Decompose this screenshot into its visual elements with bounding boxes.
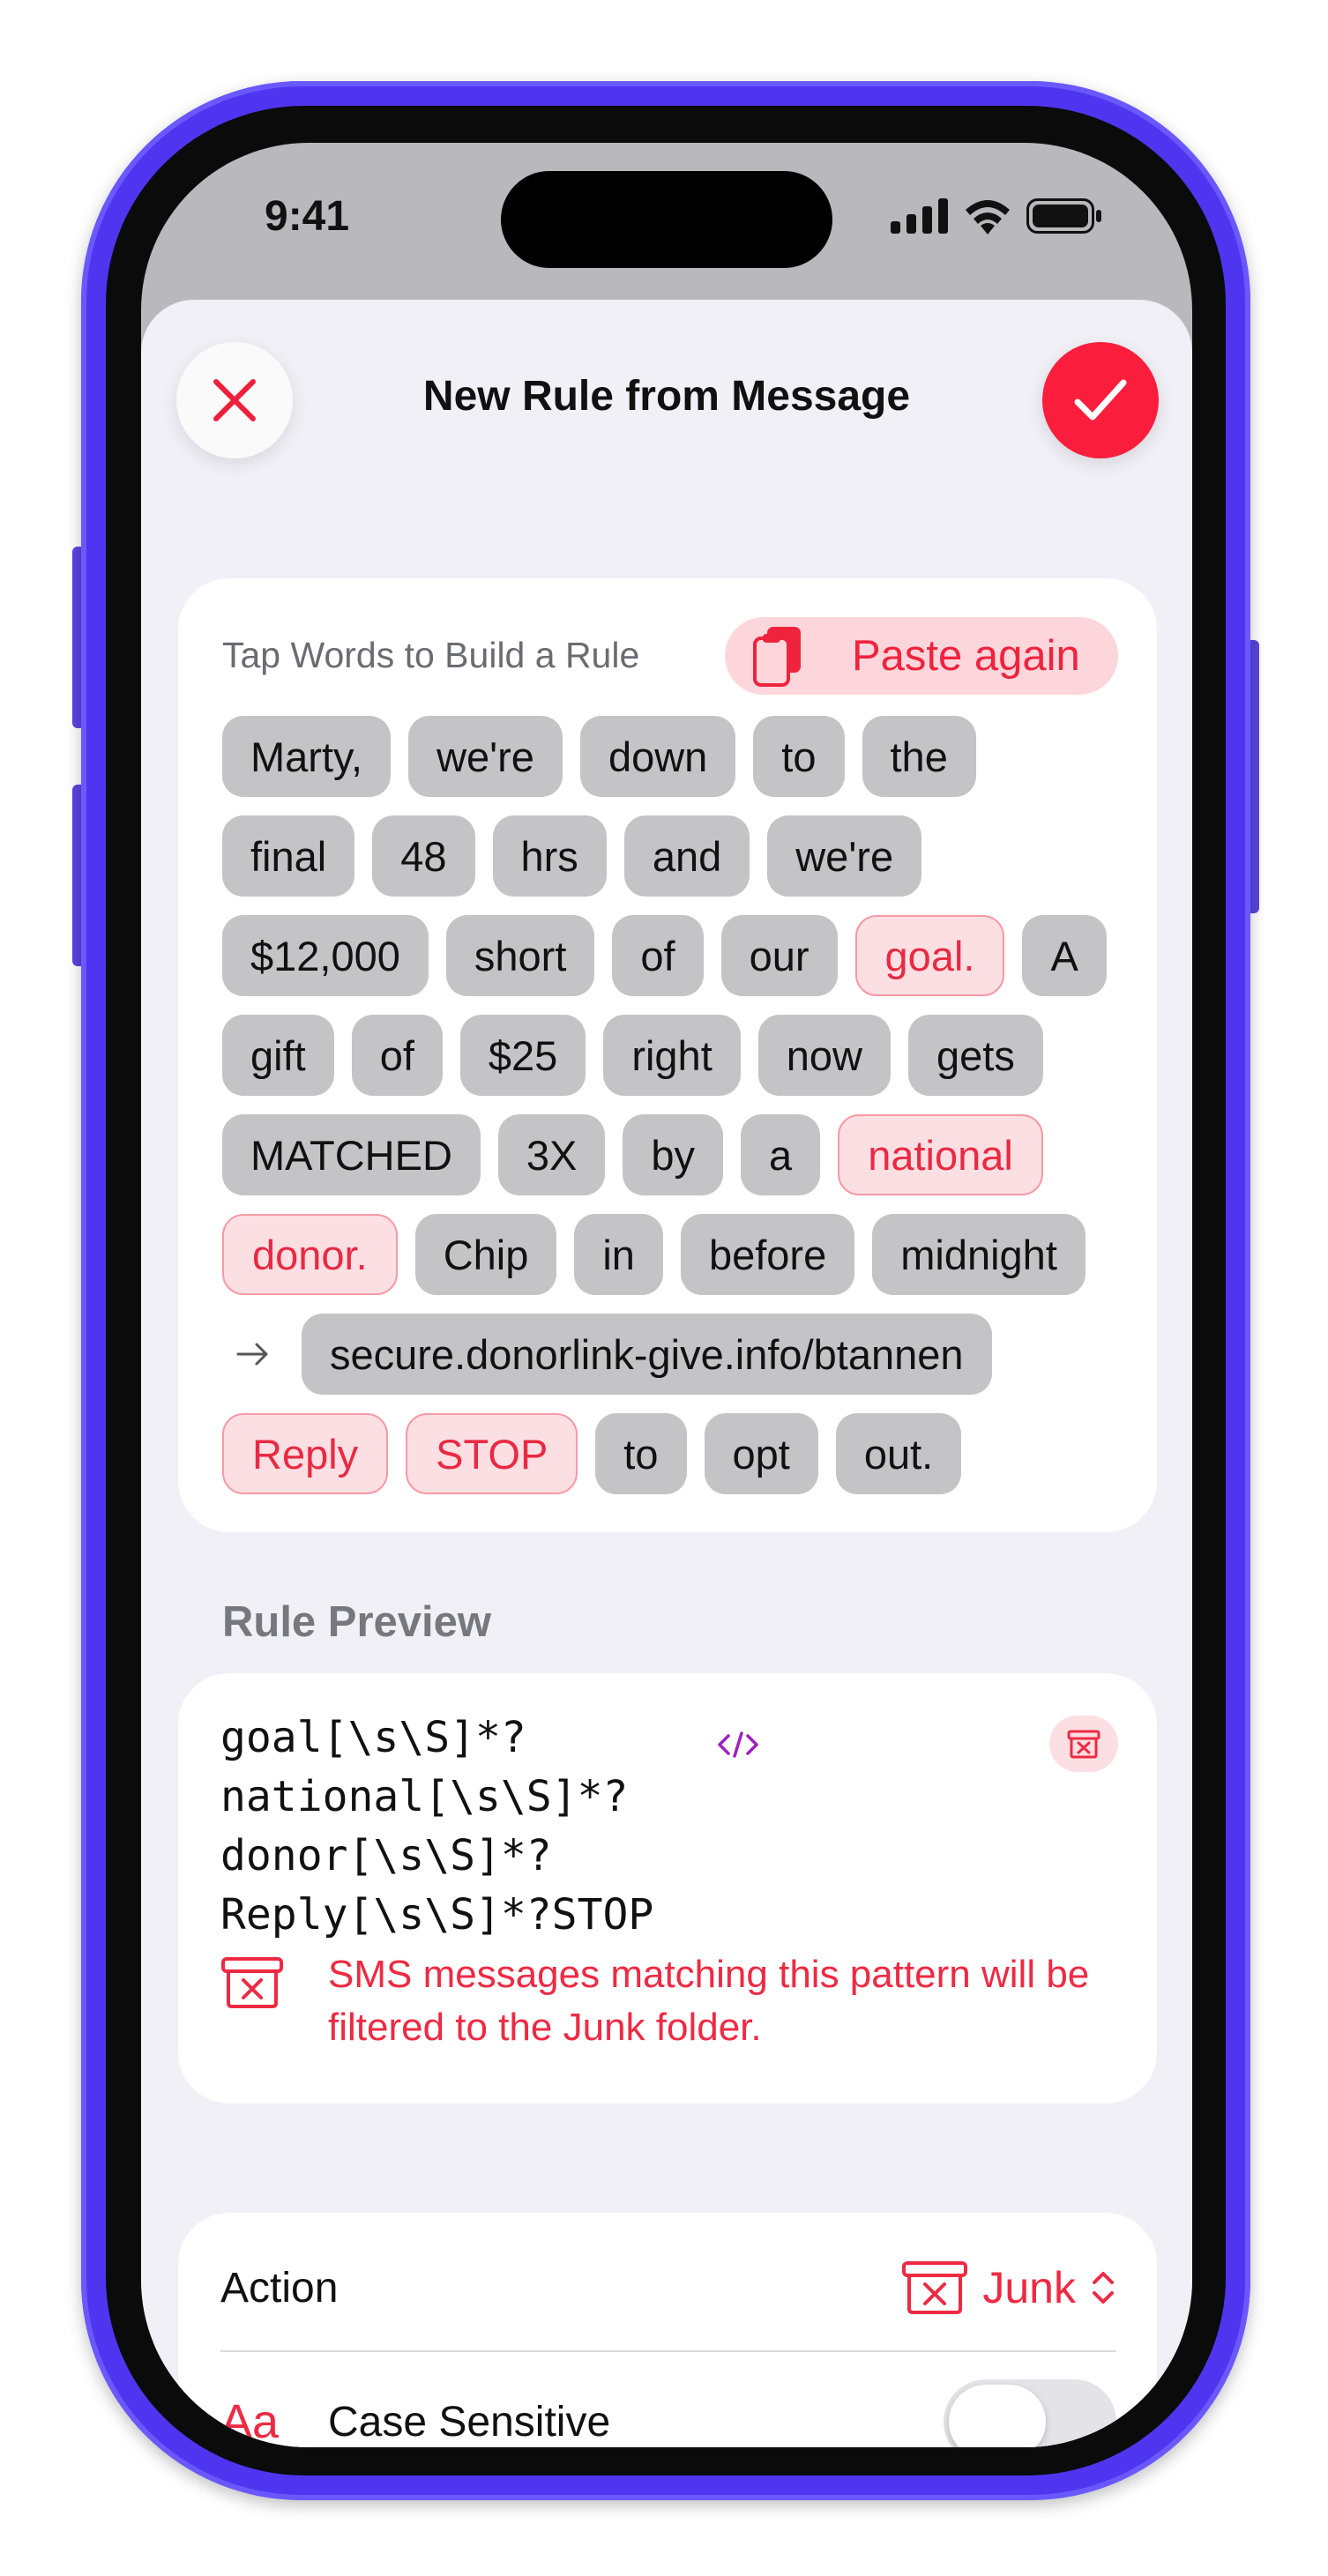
word-chip[interactable]: down xyxy=(579,716,736,797)
rule-preview-card: goal[\s\S]*? national[\s\S]*? donor[\s\S… xyxy=(178,1673,1157,2103)
token-row: gift of $25 right now gets xyxy=(222,1015,1139,1096)
chevron-up-down-icon xyxy=(1093,2272,1114,2304)
word-chip[interactable]: a xyxy=(741,1114,821,1195)
toggle-knob xyxy=(949,2385,1046,2447)
word-chip-selected[interactable]: STOP xyxy=(406,1413,578,1494)
word-chip[interactable]: to xyxy=(595,1413,687,1494)
token-row: MATCHED 3X by a national xyxy=(222,1114,1139,1195)
word-chip[interactable]: $25 xyxy=(459,1015,586,1096)
wifi-icon xyxy=(966,200,1010,235)
word-chip[interactable]: secure.donorlink-give.info/btannen xyxy=(302,1314,992,1395)
word-chip[interactable]: our xyxy=(720,915,838,996)
token-row: Reply STOP to opt out. xyxy=(222,1413,1139,1494)
text-case-icon: Aa xyxy=(220,2395,280,2447)
word-chip[interactable]: MATCHED xyxy=(222,1114,481,1195)
status-time: 9:41 xyxy=(265,193,350,240)
word-chip[interactable]: of xyxy=(351,1015,443,1096)
word-chip[interactable]: midnight xyxy=(872,1214,1086,1295)
word-chip[interactable]: A xyxy=(1022,915,1107,996)
rule-sheet: New Rule from Message Tap Words to Build… xyxy=(141,300,1192,2447)
word-chip[interactable]: 3X xyxy=(497,1114,606,1195)
rule-preview-heading: Rule Preview xyxy=(222,1598,492,1646)
word-chip[interactable]: $12,000 xyxy=(222,915,429,996)
word-chip[interactable]: gift xyxy=(222,1015,334,1096)
word-chip[interactable]: in xyxy=(574,1214,663,1295)
screen: New Rule from Message Tap Words to Build… xyxy=(141,143,1192,2447)
word-chip-selected[interactable]: Reply xyxy=(222,1413,389,1494)
word-chip[interactable]: gets xyxy=(908,1015,1043,1096)
word-chip[interactable]: by xyxy=(623,1114,724,1195)
word-chip[interactable]: the xyxy=(862,716,976,797)
junk-filter-note: SMS messages matching this pattern will … xyxy=(328,1953,1090,2049)
done-button[interactable] xyxy=(1042,342,1159,458)
signal-icon xyxy=(891,198,948,234)
word-chip-selected[interactable]: donor. xyxy=(222,1214,398,1295)
rule-options-card: Action Junk Aa Case Sensitive xyxy=(178,2213,1157,2447)
word-chip[interactable]: right xyxy=(603,1015,741,1096)
code-icon[interactable] xyxy=(716,1730,760,1760)
junk-bin-icon xyxy=(902,2261,968,2314)
word-chip[interactable]: Chip xyxy=(414,1214,557,1295)
battery-icon xyxy=(1026,198,1101,234)
action-value: Junk xyxy=(982,2263,1076,2312)
options-divider xyxy=(220,2350,1116,2352)
word-chip-selected[interactable]: goal. xyxy=(854,915,1005,996)
paste-again-button[interactable]: Paste again xyxy=(725,617,1118,695)
word-chip[interactable]: out. xyxy=(835,1413,962,1494)
word-chip[interactable]: hrs xyxy=(492,815,607,897)
word-tokens: Marty, we're down to the final 48 hrs and we're $1… xyxy=(222,716,1139,1513)
word-chip[interactable]: we're xyxy=(408,716,563,797)
word-chip[interactable]: before xyxy=(680,1214,855,1295)
word-chip[interactable]: and xyxy=(623,815,750,897)
action-picker[interactable]: Junk xyxy=(901,2260,1116,2316)
checkmark-icon xyxy=(1074,379,1127,421)
case-sensitive-label: Case Sensitive xyxy=(328,2398,611,2446)
page-title: New Rule from Message xyxy=(422,373,911,420)
case-sensitive-toggle[interactable] xyxy=(944,2379,1116,2447)
junk-folder-icon xyxy=(221,1957,283,2008)
word-builder-card: Tap Words to Build a Rule Paste again Ma… xyxy=(178,578,1157,1532)
token-row: Marty, we're down to the xyxy=(222,716,1139,797)
word-chip[interactable]: opt xyxy=(704,1413,818,1494)
word-chip-selected[interactable]: national xyxy=(838,1114,1043,1195)
status-icons xyxy=(891,197,1102,235)
case-sensitive-row: Aa Case Sensitive xyxy=(220,2356,1116,2447)
word-chip[interactable]: 48 xyxy=(372,815,475,897)
junk-bin-icon xyxy=(1067,1730,1100,1759)
junk-badge[interactable] xyxy=(1049,1716,1118,1772)
word-chip[interactable]: of xyxy=(612,915,704,996)
word-chip[interactable]: short xyxy=(445,915,595,996)
paste-again-label: Paste again xyxy=(852,632,1080,680)
dynamic-island xyxy=(501,171,832,268)
paste-icon xyxy=(753,627,801,687)
regex-preview: goal[\s\S]*? national[\s\S]*? donor[\s\S… xyxy=(220,1713,654,1939)
word-chip[interactable]: now xyxy=(757,1015,891,1096)
token-row: final 48 hrs and we're xyxy=(222,815,1139,897)
word-chip[interactable]: Marty, xyxy=(222,716,392,797)
link-arrow-icon xyxy=(222,1341,284,1367)
words-heading: Tap Words to Build a Rule xyxy=(222,635,640,675)
action-row[interactable]: Action Junk xyxy=(220,2222,1116,2354)
token-row: secure.donorlink-give.info/btannen xyxy=(222,1314,1139,1395)
word-chip[interactable]: we're xyxy=(767,815,922,897)
word-chip[interactable]: to xyxy=(753,716,845,797)
action-label: Action xyxy=(220,2264,339,2312)
token-row: $12,000 short of our goal. A xyxy=(222,915,1139,996)
word-chip[interactable]: final xyxy=(222,815,355,897)
token-row: donor. Chip in before midnight xyxy=(222,1214,1139,1295)
